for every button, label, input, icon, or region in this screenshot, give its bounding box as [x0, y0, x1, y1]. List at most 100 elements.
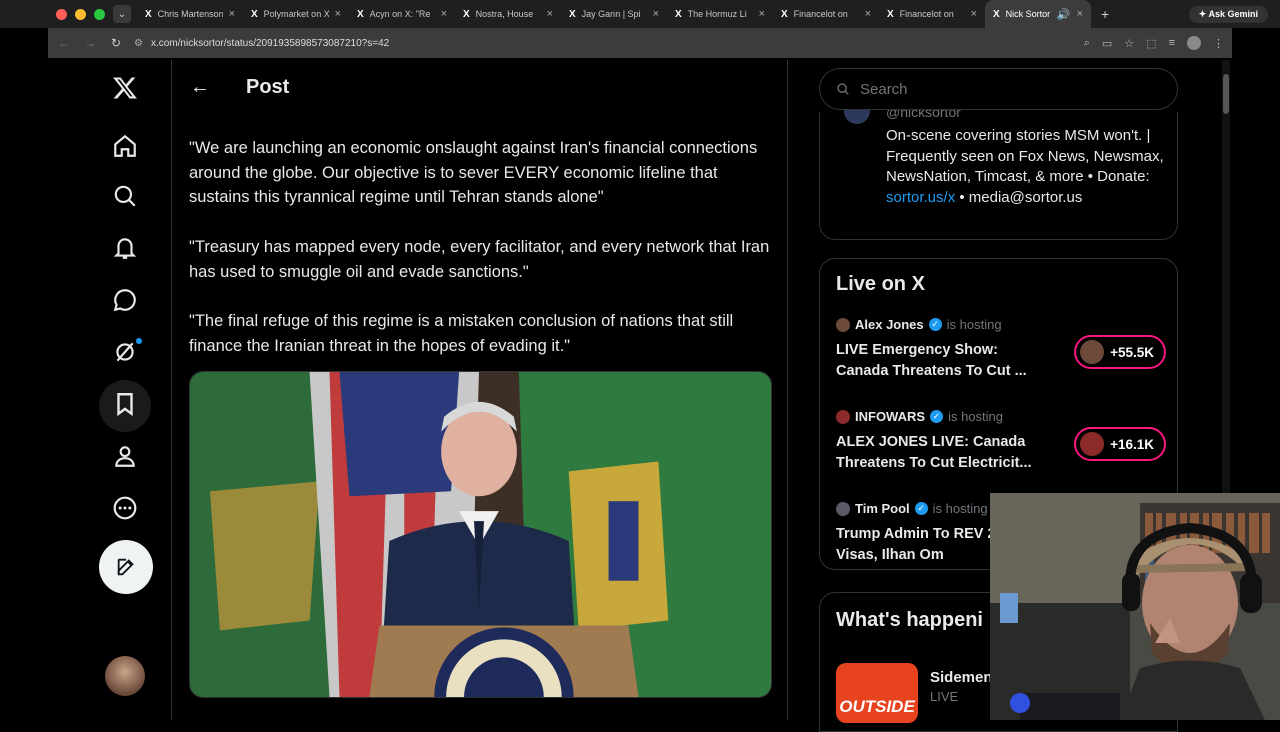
tab-title: Financelot on [793, 9, 848, 19]
live-host-line: INFOWARS ✓ is hosting [836, 409, 1166, 424]
live-section-title: Live on X [836, 273, 925, 295]
x-favicon-icon: X [357, 8, 364, 20]
search-icon [837, 83, 849, 95]
messages-icon[interactable] [96, 276, 154, 324]
bio-text: On-scene covering stories MSM won't. | F… [886, 126, 1166, 208]
browser-tab[interactable]: X Nostra, House × [455, 0, 561, 28]
listener-count-text: +55.5K [1110, 344, 1154, 360]
url-text: x.com/nicksortor/status/2091935898573087… [150, 37, 390, 49]
browser-tab[interactable]: X Financelot on × [773, 0, 879, 28]
compose-post-button[interactable] [99, 540, 153, 594]
x-favicon-icon: X [569, 8, 576, 20]
host-avatar [836, 409, 850, 424]
profile-avatar[interactable] [1187, 36, 1201, 50]
zoom-icon[interactable]: ⌕ [1084, 37, 1090, 50]
scrollbar-thumb[interactable] [1223, 74, 1229, 114]
tab-audio-icon[interactable]: 🔊 [1057, 8, 1071, 21]
trend-thumbnail[interactable]: OUTSIDE [836, 663, 918, 723]
profile-bio-card: @nicksortor On-scene covering stories MS… [819, 104, 1178, 240]
window-controls [0, 8, 113, 20]
live-host-line: Alex Jones ✓ is hosting [836, 317, 1166, 332]
live-listener-count[interactable]: +16.1K [1074, 427, 1166, 461]
tab-close-icon[interactable]: × [759, 8, 765, 20]
site-info-icon[interactable]: ⚙ [134, 38, 143, 49]
browser-tab[interactable]: X Jay Gann | Spi × [561, 0, 667, 28]
verified-badge-icon: ✓ [914, 502, 928, 515]
browser-tab[interactable]: X Financelot on × [879, 0, 985, 28]
tab-title: Chris Martenson [157, 9, 223, 19]
post-video-media[interactable] [189, 371, 772, 698]
tab-title: Jay Gann | Spi [581, 9, 641, 19]
cast-icon[interactable]: ▭ [1102, 37, 1112, 50]
bio-text-start: On-scene covering stories MSM won't. | F… [886, 127, 1164, 185]
live-item[interactable]: INFOWARS ✓ is hosting ALEX JONES LIVE: Cana… [836, 409, 1166, 473]
reload-icon[interactable]: ↻ [108, 36, 124, 50]
tab-close-icon[interactable]: × [335, 8, 341, 20]
extensions-icon[interactable]: ⬚ [1146, 37, 1156, 50]
tab-title: Polymarket on X [263, 9, 329, 19]
address-bar[interactable]: ⚙ x.com/nicksortor/status/20919358985730… [134, 38, 1074, 49]
menu-dots-icon[interactable]: ⋮ [1213, 37, 1224, 50]
account-avatar[interactable] [105, 656, 145, 696]
trend-name[interactable]: Sidemen [930, 669, 993, 686]
ask-gemini-button[interactable]: ✦ Ask Gemini [1188, 5, 1268, 23]
webcam-overlay [990, 493, 1280, 720]
ask-gemini-label: Ask Gemini [1208, 8, 1258, 19]
tab-title: The Hormuz Li [687, 9, 747, 19]
browser-tab[interactable]: X Polymarket on X × [243, 0, 349, 28]
listener-count-text: +16.1K [1110, 436, 1154, 452]
back-arrow-icon[interactable]: ← [190, 76, 210, 99]
media-icon[interactable]: ≡ [1169, 37, 1175, 49]
profile-icon[interactable] [96, 432, 154, 480]
x-favicon-icon: X [145, 8, 152, 20]
close-window-button[interactable] [56, 8, 67, 20]
browser-tab[interactable]: X Nick Sortor 🔊 × [985, 0, 1091, 28]
live-listener-count[interactable]: +55.5K [1074, 335, 1166, 369]
tab-title: Acyn on X: "Re [369, 9, 431, 19]
x-logo-icon[interactable] [96, 64, 154, 112]
notifications-bell-icon[interactable] [96, 224, 154, 272]
trend-sub: LIVE [930, 689, 959, 704]
x-favicon-icon: X [993, 8, 1000, 20]
home-icon[interactable] [96, 122, 154, 170]
tab-close-icon[interactable]: × [229, 8, 235, 20]
browser-tab[interactable]: X Chris Martenson × [137, 0, 243, 28]
live-title: LIVE Emergency Show: Canada Threatens To… [836, 342, 1027, 379]
bio-avatar [844, 108, 870, 124]
bookmark-star-icon[interactable]: ☆ [1124, 37, 1134, 50]
browser-tab[interactable]: X The Hormuz Li × [667, 0, 773, 28]
grok-icon[interactable] [96, 328, 154, 376]
hosting-label: is hosting [932, 501, 988, 516]
tab-title: Nick Sortor [1005, 9, 1051, 19]
live-item[interactable]: Alex Jones ✓ is hosting LIVE Emergency Show… [836, 317, 1166, 381]
toolbar-icons: ⌕ ▭ ☆ ⬚ ≡ ⋮ [1084, 36, 1224, 50]
tab-close-icon[interactable]: × [971, 8, 977, 20]
page-title: Post [246, 75, 290, 98]
back-arrow-icon[interactable]: ← [56, 36, 72, 50]
tab-close-icon[interactable]: × [865, 8, 871, 20]
verified-badge-icon: ✓ [930, 410, 944, 423]
tab-close-icon[interactable]: × [441, 8, 447, 20]
explore-search-icon[interactable] [96, 172, 154, 220]
tab-close-icon[interactable]: × [1077, 8, 1083, 20]
x-left-nav [96, 60, 156, 720]
hosting-label: is hosting [946, 317, 1002, 332]
new-tab-button[interactable]: + [1091, 6, 1119, 22]
maximize-window-button[interactable] [94, 8, 105, 20]
tab-close-icon[interactable]: × [547, 8, 553, 20]
search-input[interactable]: Search [819, 68, 1178, 110]
bookmarks-icon[interactable] [96, 380, 154, 428]
host-name: Alex Jones [855, 317, 924, 332]
forward-arrow-icon[interactable]: → [82, 36, 98, 50]
tab-close-icon[interactable]: × [653, 8, 659, 20]
host-name: Tim Pool [855, 501, 910, 516]
donate-link[interactable]: sortor.us/x [886, 189, 955, 206]
minimize-window-button[interactable] [75, 8, 86, 20]
verified-badge-icon: ✓ [928, 318, 942, 331]
host-name: INFOWARS [855, 409, 926, 424]
tab-search-chevron-icon[interactable]: ⌄ [113, 5, 131, 23]
tab-title: Nostra, House [475, 9, 534, 19]
x-favicon-icon: X [675, 8, 682, 20]
browser-tab[interactable]: X Acyn on X: "Re × [349, 0, 455, 28]
more-icon[interactable] [96, 484, 154, 532]
